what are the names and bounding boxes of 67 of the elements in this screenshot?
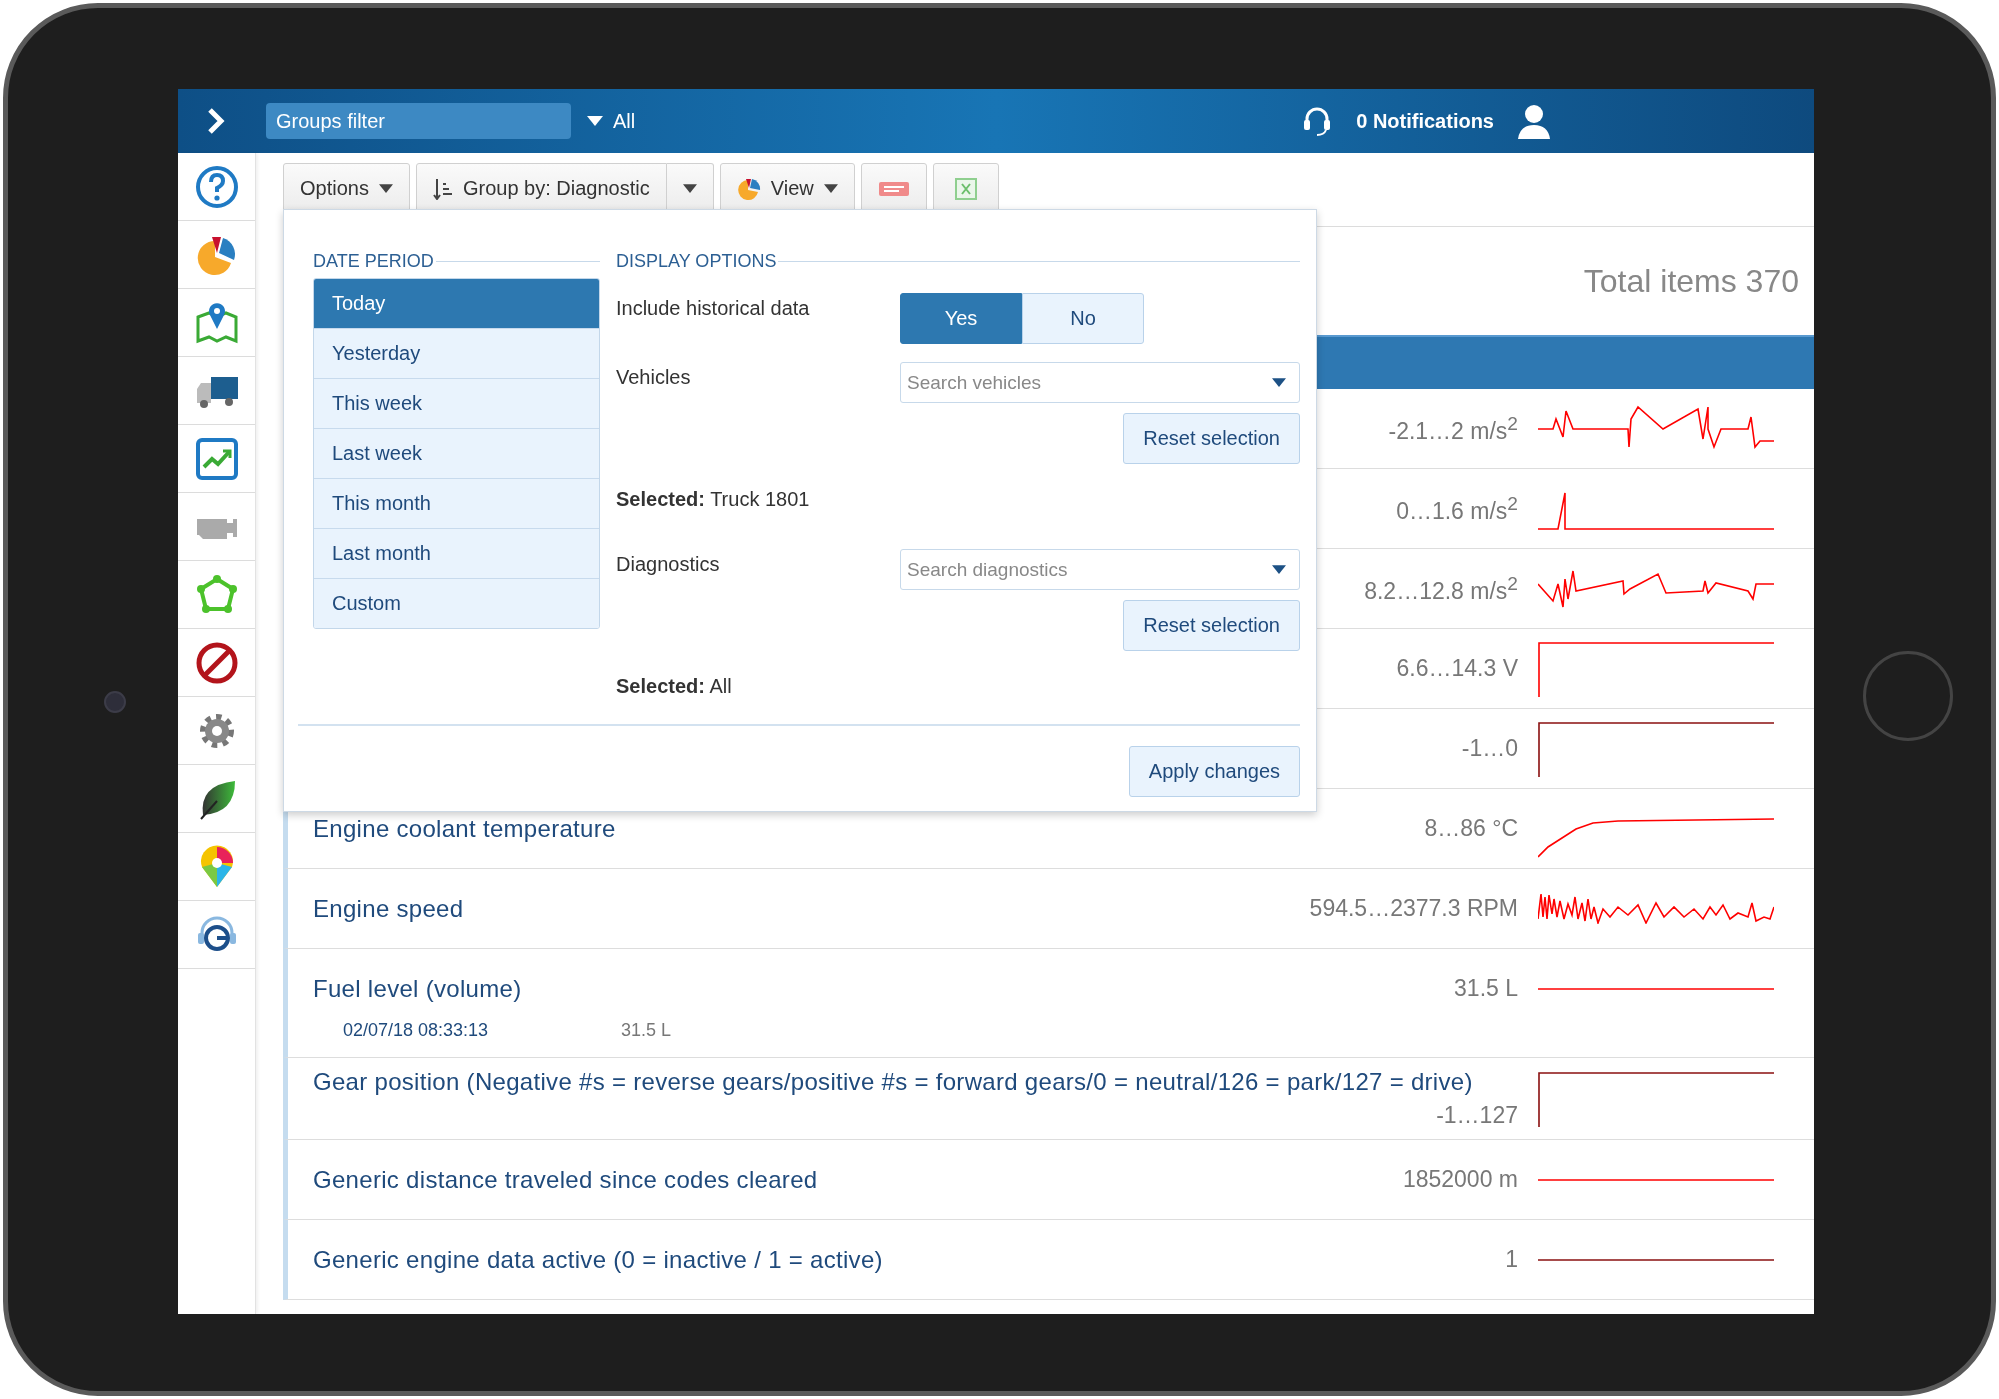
diagnostic-name: Engine coolant temperature [313,814,616,843]
reading-range: -1…127 [1436,1102,1518,1129]
option-label: Diagnostics [616,552,720,576]
user-icon[interactable] [1516,103,1552,139]
diagnostic-name: Engine speed [313,894,464,923]
trend-chart-icon[interactable] [194,436,239,481]
prohibited-icon[interactable] [194,640,239,685]
selection-text: Selected: Truck 1801 [616,488,811,511]
groups-filter-field[interactable]: Groups filter [266,103,571,139]
group-value[interactable]: All [613,109,636,133]
map-pin-icon[interactable] [194,300,239,345]
reset-selection-button[interactable]: Reset selection [1123,600,1300,651]
date-period-option[interactable]: Today [314,279,599,328]
date-period-option[interactable]: This week [314,378,599,428]
pie-chart-icon [736,176,761,201]
spreadsheet-icon [954,177,977,200]
date-period-option[interactable]: This month [314,478,599,528]
caret-icon [682,184,697,193]
search-field[interactable]: Search vehicles [900,362,1300,403]
diagnostic-row[interactable]: Generic engine data active (0 = inactive / 1 = active) 1 [283,1220,1814,1300]
reading-range: 31.5 L [1454,975,1518,1002]
apply-changes-button[interactable]: Apply changes [1128,746,1300,797]
reading-range: -2.1…2 m/s$^{2}$ [1388,412,1518,445]
sort-icon [432,177,453,200]
reading-range: 1852000 m [1402,1166,1518,1193]
reading-range: 8.2…12.8 m/s$^{2}$ [1364,572,1518,605]
help-icon[interactable] [194,164,239,209]
diagnostic-row[interactable]: Engine speed 594.5…2377.3 RPM [283,869,1814,949]
reset-selection-button[interactable]: Reset selection [1123,413,1300,464]
record-time: 02/07/18 08:33:13 [343,1020,490,1041]
option-label: Include historical data [616,296,810,320]
caret-icon [823,184,838,193]
diagnostic-row[interactable]: Generic distance traveled since codes cleared 1852000 m [283,1140,1814,1220]
document-icon [878,179,909,198]
caret-icon[interactable] [1272,565,1286,574]
date-period-option[interactable]: Last week [314,428,599,478]
section-title: DATE PERIOD [313,250,434,272]
diagnostic-name: Gear position (Negative #s = reverse gears/positive #s = forward gears/0 = neutral/126 = park/127 = drive) [313,1068,1473,1096]
reading-range: -1…0 [1461,735,1518,762]
reading-range: 8…86 °C [1424,815,1518,842]
reading-range: 6.6…14.3 V [1396,655,1518,682]
selection-text: Selected: All [616,675,733,698]
reading-range: 1 [1505,1246,1518,1273]
record-value: 31.5 L [621,1020,672,1041]
diagnostic-row[interactable]: Gear position (Negative #s = reverse gears/positive #s = forward gears/0 = neutral/126 = park/127 = drive) -1…127 [283,1058,1814,1140]
headset-icon[interactable] [1302,105,1333,137]
diagnostic-name: Generic distance traveled since codes cleared [313,1165,818,1194]
section-title: DISPLAY OPTIONS [616,250,777,272]
caret-icon [378,184,393,193]
option-label: Vehicles [616,365,691,389]
date-period-option[interactable]: Last month [314,528,599,578]
diagnostic-name: Fuel level (volume) [313,974,522,1003]
notifications-count[interactable]: 0 Notifications [1356,109,1494,133]
total-items: Total items 370 [1583,262,1799,300]
toggle-option[interactable]: No [1022,293,1144,344]
chevron-icon[interactable] [206,107,226,135]
diagnostic-row[interactable]: Fuel level (volume) 31.5 L 02/07/18 08:33:13 31.5 L [283,949,1814,1058]
camera-dot [104,691,126,713]
date-period-option[interactable]: Custom [314,578,599,628]
search-field[interactable]: Search diagnostics [900,549,1300,590]
date-period-option[interactable]: Yesterday [314,328,599,378]
diagnostic-name: Generic engine data active (0 = inactive / 1 = active) [313,1245,883,1274]
reading-range: 594.5…2377.3 RPM [1309,895,1518,922]
reading-range: 0…1.6 m/s$^{2}$ [1396,492,1518,525]
caret-icon[interactable] [1272,378,1286,387]
toggle-option[interactable]: Yes [900,293,1022,344]
caret-icon[interactable] [587,116,603,126]
